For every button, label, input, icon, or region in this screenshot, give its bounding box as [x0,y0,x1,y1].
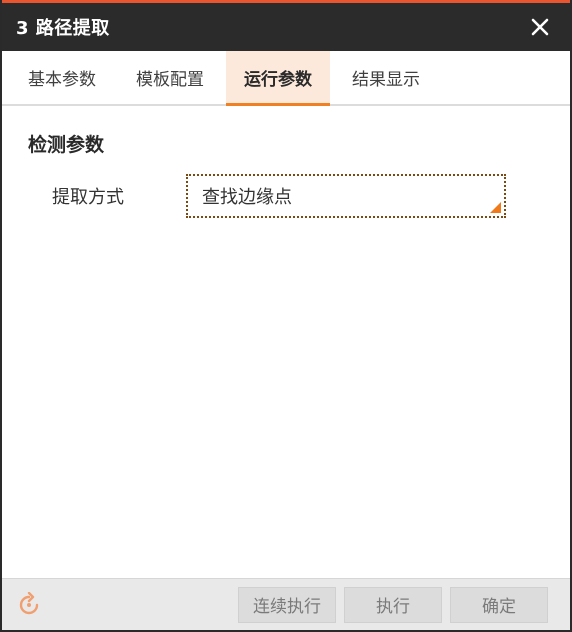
tab-content: 检测参数 提取方式 查找边缘点 [2,108,570,578]
footer-bar: 连续执行 执行 确定 [2,578,570,630]
tab-basic-params[interactable]: 基本参数 [10,51,114,104]
dialog-window: 3 路径提取 基本参数 模板配置 运行参数 结果显示 检测参数 提取方式 查找边… [0,0,572,632]
param-label: 提取方式 [52,187,124,208]
execute-button[interactable]: 执行 [344,586,442,623]
section-title: 检测参数 [28,134,105,156]
extract-method-select[interactable]: 查找边缘点 [186,174,506,218]
tab-run-params[interactable]: 运行参数 [226,51,330,106]
tab-template-config[interactable]: 模板配置 [118,51,222,104]
refresh-icon[interactable] [14,590,44,620]
tab-bar: 基本参数 模板配置 运行参数 结果显示 [2,51,570,106]
tab-result-display[interactable]: 结果显示 [334,51,438,104]
param-row-extract-method: 提取方式 查找边缘点 [26,173,546,219]
ok-button[interactable]: 确定 [450,586,548,623]
close-icon[interactable] [528,15,552,39]
window-title: 3 路径提取 [16,18,110,39]
continuous-execute-button[interactable]: 连续执行 [238,586,336,623]
titlebar: 3 路径提取 [2,3,570,51]
select-value: 查找边缘点 [202,187,292,208]
dropdown-corner-icon [490,202,501,213]
